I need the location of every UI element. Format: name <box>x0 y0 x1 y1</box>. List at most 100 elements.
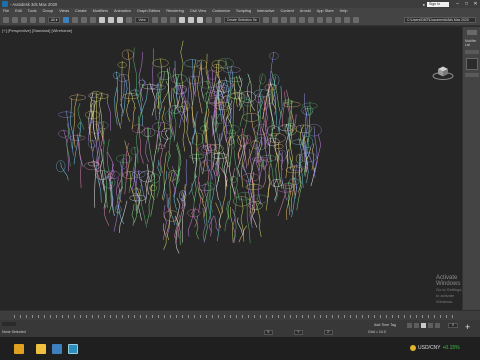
close-button[interactable]: ✕ <box>471 1 480 7</box>
menu-graph-editors[interactable]: Graph Editors <box>137 9 160 13</box>
maximize-button[interactable]: □ <box>462 1 471 7</box>
keyboard-shortcut-override-icon[interactable] <box>169 16 176 23</box>
menu-group[interactable]: Group <box>43 9 54 13</box>
menu-edit[interactable]: Edit <box>15 9 22 13</box>
mirror-icon[interactable] <box>262 16 269 23</box>
tray-exchange-icon[interactable] <box>410 345 416 351</box>
command-panel: Modifier List <box>462 27 480 310</box>
unlink-icon[interactable] <box>30 16 36 23</box>
window-title: - Autodesk 3ds Max 2020 <box>10 1 58 7</box>
selection-status: None Selected <box>2 330 26 334</box>
spinner-snap-icon[interactable] <box>205 16 212 23</box>
viewcube-icon[interactable] <box>432 64 454 80</box>
time-slider[interactable] <box>0 310 480 320</box>
menu-file[interactable]: File <box>3 9 9 13</box>
rendered-frame-window-icon[interactable] <box>343 16 350 23</box>
menu-modifiers[interactable]: Modifiers <box>93 9 108 13</box>
rectangular-selection-icon[interactable] <box>81 16 88 23</box>
create-tab-icon[interactable] <box>467 30 477 35</box>
windows-activation-watermark: Activate Windows Go to Settings to activ… <box>436 275 462 305</box>
curve-editor-icon[interactable] <box>307 16 314 23</box>
window-crossing-icon[interactable] <box>90 16 97 23</box>
material-editor-icon[interactable] <box>325 16 332 23</box>
word-icon[interactable] <box>52 344 62 354</box>
currency-ticker[interactable]: USD/CNY +0.15% <box>418 345 460 351</box>
percent-snap-icon[interactable] <box>196 16 203 23</box>
rotate-icon[interactable] <box>108 16 115 23</box>
render-setup-icon[interactable] <box>334 16 341 23</box>
schematic-view-icon[interactable] <box>316 16 323 23</box>
tree-scatter-wireframe <box>56 40 322 254</box>
grid-size: Grid = 10.0 <box>368 330 386 334</box>
edit-named-selection-icon[interactable] <box>214 16 221 23</box>
modifier-stack[interactable] <box>466 58 478 70</box>
menu-create[interactable]: Create <box>75 9 86 13</box>
bind-space-warp-icon[interactable] <box>39 16 45 23</box>
named-selection-dropdown[interactable]: Create Selection Se <box>223 16 260 23</box>
previous-frame-icon[interactable] <box>414 323 419 328</box>
z-coordinate-field[interactable]: Z: <box>324 330 334 335</box>
toggle-scene-explorer-icon[interactable] <box>280 16 287 23</box>
menu-customize[interactable]: Customize <box>212 9 230 13</box>
link-icon[interactable] <box>21 16 27 23</box>
currency-change: +0.15% <box>442 345 460 351</box>
undo-icon[interactable] <box>3 16 9 23</box>
snaps-toggle-icon[interactable] <box>178 16 185 23</box>
stack-controls[interactable] <box>465 73 479 77</box>
sign-in[interactable]: ● Sign In <box>422 1 449 7</box>
maxscript-listener[interactable] <box>2 322 16 326</box>
menu-civil-view[interactable]: Civil View <box>190 9 206 13</box>
go-to-end-icon[interactable] <box>435 323 440 328</box>
menu-tools[interactable]: Tools <box>28 9 37 13</box>
file-explorer-icon[interactable] <box>36 344 46 354</box>
angle-snap-icon[interactable] <box>187 16 194 23</box>
play-icon[interactable] <box>421 323 426 328</box>
pivot-center-icon[interactable] <box>151 16 158 23</box>
scale-icon[interactable] <box>117 16 124 23</box>
render-production-icon[interactable] <box>352 16 359 23</box>
modifier-list-dropdown[interactable] <box>465 50 479 54</box>
menu-scripting[interactable]: Scripting <box>236 9 251 13</box>
next-frame-icon[interactable] <box>428 323 433 328</box>
go-to-start-icon[interactable] <box>407 323 412 328</box>
viewport-label[interactable]: [+] [Perspective] [Standard] [Wireframe] <box>2 28 72 33</box>
windows-taskbar: USD/CNY +0.15% <box>0 337 480 360</box>
x-coordinate-field[interactable]: X: <box>264 330 274 335</box>
y-coordinate-field[interactable]: Y: <box>294 330 304 335</box>
ribbon-icon[interactable] <box>298 16 305 23</box>
menu-arnold[interactable]: Arnold <box>300 9 311 13</box>
current-frame-field[interactable]: 0 <box>448 323 458 328</box>
track-bar[interactable] <box>14 315 456 318</box>
add-viewport-icon[interactable]: + <box>465 322 470 332</box>
menu-animation[interactable]: Animation <box>114 9 131 13</box>
layer-explorer-icon[interactable] <box>289 16 296 23</box>
project-path-dropdown[interactable]: C:\Users\DMT\Documents\3ds Max 2020 <box>404 16 476 23</box>
select-object-icon[interactable] <box>63 16 70 23</box>
align-icon[interactable] <box>271 16 278 23</box>
3ds-max-taskbar-icon[interactable] <box>68 344 78 354</box>
select-by-name-icon[interactable] <box>72 16 79 23</box>
taskbar-app-icon-1[interactable] <box>14 344 24 354</box>
menu-rendering[interactable]: Rendering <box>166 9 184 13</box>
add-time-tag[interactable]: Add Time Tag <box>374 323 396 327</box>
main-toolbar: All ▾ View Create Selection Se C:\Users\… <box>0 14 480 26</box>
menu-app-store[interactable]: App Store <box>317 9 334 13</box>
user-icon: ● <box>422 1 425 7</box>
menu-interactive[interactable]: Interactive <box>257 9 275 13</box>
reference-coordinate-dropdown[interactable]: View <box>135 16 149 23</box>
place-icon[interactable] <box>126 16 133 23</box>
perspective-viewport[interactable]: [+] [Perspective] [Standard] [Wireframe]… <box>0 27 462 310</box>
title-bar: - Autodesk 3ds Max 2020 ● Sign In – □ ✕ <box>0 0 480 8</box>
minimize-button[interactable]: – <box>453 1 462 7</box>
move-icon[interactable] <box>99 16 106 23</box>
modifier-list-label[interactable]: Modifier List <box>465 39 480 47</box>
menu-views[interactable]: Views <box>59 9 69 13</box>
menu-content[interactable]: Content <box>280 9 293 13</box>
sign-in-label[interactable]: Sign In <box>427 1 449 7</box>
selection-filter-dropdown[interactable]: All ▾ <box>48 16 61 23</box>
redo-icon[interactable] <box>12 16 18 23</box>
menu-help[interactable]: Help <box>340 9 348 13</box>
select-manipulate-icon[interactable] <box>160 16 167 23</box>
currency-pair: USD/CNY <box>418 345 441 351</box>
playback-controls <box>407 323 440 328</box>
